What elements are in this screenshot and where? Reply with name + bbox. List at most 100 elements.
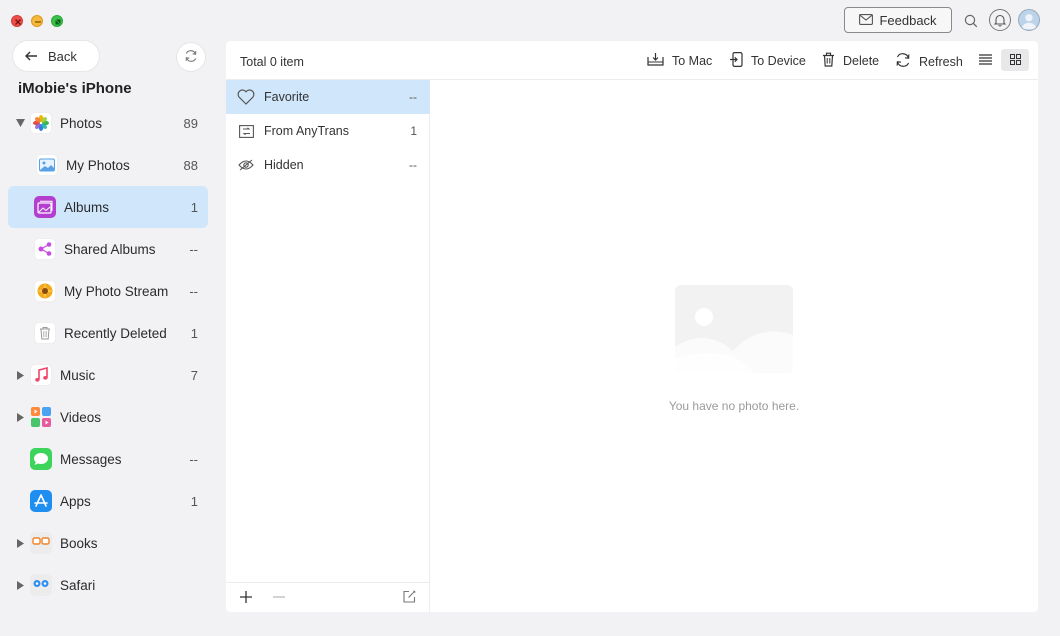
heart-icon — [237, 89, 255, 105]
sidebar-item-recently-deleted[interactable]: Recently Deleted 1 — [8, 312, 208, 354]
refresh-button[interactable]: Refresh — [895, 52, 963, 71]
main-panel: Total 0 item To Mac To Device Delete Ref… — [226, 41, 1038, 612]
edit-icon — [402, 590, 416, 606]
anytrans-album-icon — [237, 124, 255, 138]
sidebar-item-label: Music — [60, 367, 96, 383]
window-controls — [11, 15, 63, 27]
delete-button[interactable]: Delete — [822, 52, 879, 70]
album-label: Favorite — [264, 90, 310, 104]
collapsed-arrow-icon[interactable] — [14, 412, 26, 422]
to-mac-label: To Mac — [672, 53, 713, 68]
refresh-label: Refresh — [919, 54, 963, 69]
back-button[interactable]: Back — [13, 41, 99, 71]
feedback-button[interactable]: Feedback — [844, 7, 952, 33]
empty-state-message: You have no photo here. — [668, 399, 800, 413]
sidebar-item-messages[interactable]: Messages -- — [8, 438, 208, 480]
photo-stream-icon — [34, 280, 56, 302]
search-icon[interactable] — [960, 10, 982, 32]
mail-icon — [859, 13, 874, 28]
empty-photo-placeholder-icon — [675, 285, 793, 373]
collapsed-arrow-icon[interactable] — [14, 370, 26, 380]
delete-label: Delete — [843, 54, 880, 68]
sidebar-item-count: 89 — [183, 115, 198, 131]
sidebar-item-label: Albums — [64, 199, 110, 215]
sidebar-item-albums[interactable]: Albums 1 — [8, 186, 208, 228]
my-photos-icon — [36, 154, 58, 176]
album-item-hidden[interactable]: Hidden -- — [226, 148, 430, 182]
sidebar-item-label: Books — [60, 535, 98, 551]
album-label: From AnyTrans — [264, 124, 349, 138]
arrow-left-icon — [25, 49, 38, 64]
expanded-arrow-icon[interactable] — [14, 119, 26, 127]
album-item-favorite[interactable]: Favorite -- — [226, 80, 430, 114]
albums-icon — [34, 196, 56, 218]
device-name: iMobie's iPhone — [18, 80, 132, 97]
toolbar: Total 0 item To Mac To Device Delete Ref… — [226, 41, 1038, 80]
music-icon — [30, 364, 52, 386]
sidebar-item-safari[interactable]: Safari — [8, 564, 208, 606]
sidebar-item-books[interactable]: Books — [8, 522, 208, 564]
collapsed-arrow-icon[interactable] — [14, 538, 26, 548]
total-count: Total 0 item — [240, 55, 304, 69]
photos-icon — [30, 112, 52, 134]
to-device-label: To Device — [751, 54, 806, 68]
plus-icon — [240, 590, 252, 606]
list-view-button[interactable] — [971, 49, 999, 71]
grid-view-icon — [1009, 53, 1021, 68]
close-window-button[interactable] — [11, 15, 23, 27]
remove-album-button[interactable] — [270, 589, 288, 607]
album-count: 1 — [410, 124, 417, 138]
sidebar-item-label: Apps — [60, 493, 91, 509]
add-album-button[interactable] — [237, 589, 255, 607]
sync-icon — [184, 49, 198, 66]
sidebar-item-count: 7 — [190, 367, 198, 383]
refresh-device-button[interactable] — [177, 43, 205, 71]
sidebar-item-label: Messages — [60, 451, 122, 467]
feedback-label: Feedback — [879, 12, 937, 28]
sidebar-item-label: Videos — [60, 409, 102, 425]
sidebar-item-label: Shared Albums — [64, 241, 156, 257]
album-list-footer — [226, 582, 430, 612]
avatar[interactable] — [1018, 9, 1040, 31]
album-count: -- — [409, 90, 417, 104]
rename-album-button[interactable] — [400, 589, 418, 607]
sidebar-item-my-photo-stream[interactable]: My Photo Stream -- — [8, 270, 208, 312]
sidebar-item-count: 88 — [183, 157, 198, 173]
album-list: Favorite -- From AnyTrans 1 Hidden -- — [226, 80, 430, 612]
album-label: Hidden — [264, 158, 304, 172]
maximize-window-button[interactable] — [51, 15, 63, 27]
sidebar-item-count: 1 — [190, 493, 198, 509]
sidebar-item-label: My Photo Stream — [64, 283, 169, 299]
collapsed-arrow-icon[interactable] — [14, 580, 26, 590]
sidebar-item-count: -- — [189, 283, 198, 299]
sidebar-item-apps[interactable]: Apps 1 — [8, 480, 208, 522]
to-mac-button[interactable]: To Mac — [647, 52, 712, 69]
minimize-window-button[interactable] — [31, 15, 43, 27]
sidebar-item-photos[interactable]: Photos 89 — [8, 102, 208, 144]
album-count: -- — [409, 158, 417, 172]
refresh-icon — [895, 52, 911, 71]
hidden-eye-icon — [237, 159, 255, 171]
apps-icon — [30, 490, 52, 512]
sidebar-item-count: 1 — [190, 325, 198, 341]
list-view-icon — [978, 53, 992, 68]
sidebar-item-music[interactable]: Music 7 — [8, 354, 208, 396]
sidebar-item-label: Safari — [60, 577, 96, 593]
export-to-device-icon — [730, 52, 743, 70]
delete-icon — [822, 52, 835, 70]
shared-albums-icon — [34, 238, 56, 260]
sidebar-item-label: Recently Deleted — [64, 325, 167, 341]
sidebar-item-my-photos[interactable]: My Photos 88 — [8, 144, 208, 186]
sidebar-item-label: My Photos — [66, 157, 130, 173]
back-label: Back — [48, 48, 77, 64]
bell-icon[interactable] — [989, 9, 1011, 31]
to-device-button[interactable]: To Device — [730, 52, 806, 70]
album-item-from-anytrans[interactable]: From AnyTrans 1 — [226, 114, 430, 148]
safari-icon — [30, 574, 52, 596]
sidebar-item-shared-albums[interactable]: Shared Albums -- — [8, 228, 208, 270]
minus-icon — [273, 591, 285, 606]
videos-icon — [30, 406, 52, 428]
trash-icon — [34, 322, 56, 344]
grid-view-button[interactable] — [1001, 49, 1029, 71]
sidebar-item-videos[interactable]: Videos — [8, 396, 208, 438]
